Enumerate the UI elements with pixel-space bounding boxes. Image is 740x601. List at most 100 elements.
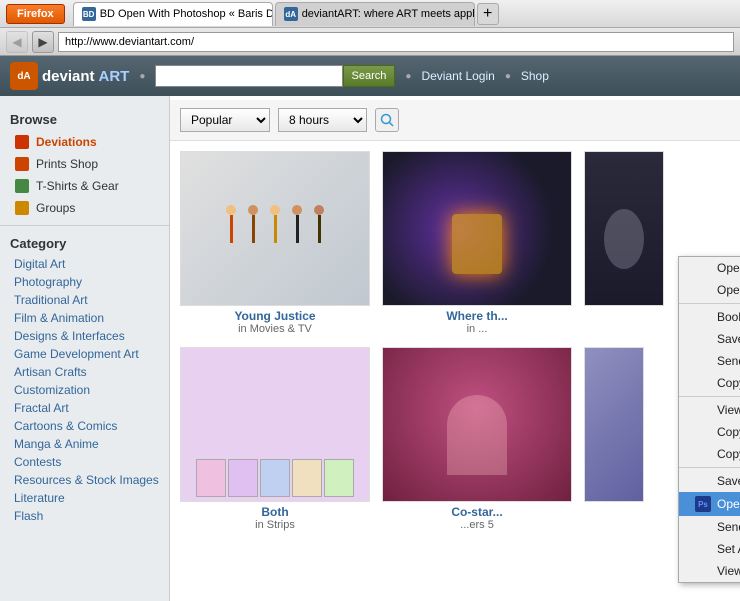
firefox-button[interactable]: Firefox [6,4,65,24]
sidebar-item-digital-art[interactable]: Digital Art [0,255,169,273]
thumb-both-img [180,347,370,502]
ctx-open-new-window-label: Open Link in New Window [717,283,740,297]
tab-1[interactable]: BD BD Open With Photoshop « Baris Derin … [73,2,273,26]
thumbs-grid: Young Justice in Movies & TV Where th...… [170,141,740,541]
ctx-copy-link-label: Copy Link Location [717,376,740,390]
thumb-right[interactable] [584,151,664,335]
thumb-where-title: Where th... [382,309,572,323]
site-header: dA deviantART ● Search ● Deviant Login ●… [0,56,170,96]
sidebar-item-prints[interactable]: Prints Shop [0,153,169,175]
thumb-both-sub: in Strips [180,519,370,531]
ctx-copy-image-label: Copy Image [717,425,740,439]
address-bar: ◀ ▶ [0,28,740,56]
ctx-copy-image[interactable]: Copy Image [679,421,740,443]
back-button[interactable]: ◀ [6,31,28,53]
sidebar-item-cartoons[interactable]: Cartoons & Comics [0,417,169,435]
content-toolbar: Popular 8 hours [170,100,740,141]
sidebar-content: Browse Deviations Prints Shop T-Shirts &… [0,108,169,525]
sidebar-item-manga[interactable]: Manga & Anime [0,435,169,453]
ctx-send-link[interactable]: Send Link... [679,350,740,372]
ctx-save-image-label: Save Image As... [717,474,740,488]
thumb-young-justice[interactable]: Young Justice in Movies & TV [180,151,370,335]
context-menu: Open Link in New Tab Open Link in New Wi… [678,256,740,583]
sidebar-item-resources[interactable]: Resources & Stock Images [0,471,169,489]
ctx-open-photoshop[interactable]: Ps Open With Photoshop [679,492,740,516]
ctx-send-image-label: Send Image... [717,520,740,534]
thumb-rest[interactable] [584,347,644,531]
category-label: Category [0,232,169,255]
sidebar-item-flash[interactable]: Flash [0,507,169,525]
search-bar-wrapper: Search [155,65,170,87]
ctx-save-image[interactable]: Save Image As... [679,470,740,492]
sidebar-tshirts-label: T-Shirts & Gear [36,179,119,193]
prints-icon [14,156,30,172]
ctx-open-new-window[interactable]: Open Link in New Window [679,279,740,301]
deviations-icon [14,134,30,150]
ctx-sep-3 [679,467,740,468]
ctx-copy-image-location[interactable]: Copy Image Location [679,443,740,465]
sidebar-item-contests[interactable]: Contests [0,453,169,471]
ctx-set-desktop[interactable]: Set As Desktop Background... [679,538,740,560]
ctx-set-desktop-label: Set As Desktop Background... [717,542,740,556]
browse-label: Browse [0,108,169,131]
header-dot-1: ● [139,71,145,82]
sidebar-item-customization[interactable]: Customization [0,381,169,399]
search-icon [380,113,394,127]
site-logo: dA deviantART [10,62,129,90]
ctx-open-new-tab[interactable]: Open Link in New Tab [679,257,740,279]
sidebar-prints-label: Prints Shop [36,157,98,171]
sidebar-item-designs[interactable]: Designs & Interfaces [0,327,169,345]
bd-icon: BD [82,7,96,21]
thumb-both[interactable]: Both in Strips [180,347,370,531]
thumb-where-img [382,151,572,306]
url-bar[interactable] [58,32,734,52]
thumb-both-title: Both [180,505,370,519]
ctx-copy-image-location-label: Copy Image Location [717,447,740,461]
new-tab-button[interactable]: + [477,3,499,25]
sidebar-item-game-dev[interactable]: Game Development Art [0,345,169,363]
sidebar-deviations-label: Deviations [36,135,97,149]
hours-select[interactable]: 8 hours [278,108,367,132]
sidebar-item-photography[interactable]: Photography [0,273,169,291]
thumb-where[interactable]: Where th... in ... [382,151,572,335]
sidebar-item-literature[interactable]: Literature [0,489,169,507]
page-wrapper: dA deviantART ● Search ● Deviant Login ●… [0,56,740,601]
sidebar-item-deviations[interactable]: Deviations [0,131,169,153]
thumb-where-sub: in ... [382,323,572,335]
sidebar-groups-label: Groups [36,201,75,215]
gallery-search-button[interactable] [375,108,399,132]
tab-2[interactable]: dA deviantART: where ART meets applic...… [275,2,475,26]
thumb-rest-img [584,347,644,502]
ctx-copy-link[interactable]: Copy Link Location [679,372,740,394]
tab-2-label: deviantART: where ART meets applic... [302,8,475,20]
ctx-sep-2 [679,396,740,397]
sidebar: dA deviantART ● Search ● Deviant Login ●… [0,56,170,601]
ctx-send-image[interactable]: Send Image... [679,516,740,538]
logo-deviant: deviant [42,68,95,85]
sidebar-item-groups[interactable]: Groups [0,197,169,219]
ctx-save-link[interactable]: Save Link As... [679,328,740,350]
ctx-save-link-label: Save Link As... [717,332,740,346]
thumb-right-img [584,151,664,306]
tab-1-label: BD Open With Photoshop « Baris Derin [100,8,273,20]
ctx-photoshop-icon: Ps [695,496,711,512]
forward-button[interactable]: ▶ [32,31,54,53]
search-input[interactable] [155,65,170,87]
thumb-costar[interactable]: Co-star... ...ers 5 [382,347,572,531]
ctx-view-image-label: View Image [717,403,740,417]
sidebar-item-film-animation[interactable]: Film & Animation [0,309,169,327]
popular-select[interactable]: Popular [180,108,270,132]
sidebar-item-artisan[interactable]: Artisan Crafts [0,363,169,381]
thumb-costar-sub: ...ers 5 [382,519,572,531]
thumb-young-justice-title: Young Justice [180,309,370,323]
browser-titlebar: Firefox BD BD Open With Photoshop « Bari… [0,0,740,28]
sidebar-item-traditional-art[interactable]: Traditional Art [0,291,169,309]
sidebar-item-fractal[interactable]: Fractal Art [0,399,169,417]
sidebar-item-tshirts[interactable]: T-Shirts & Gear [0,175,169,197]
ctx-sep-1 [679,303,740,304]
ctx-view-image-info[interactable]: View Image Info [679,560,740,582]
ctx-bookmark[interactable]: Bookmark This Link [679,306,740,328]
ctx-view-image[interactable]: View Image [679,399,740,421]
groups-icon [14,200,30,216]
tab-bar: BD BD Open With Photoshop « Baris Derin … [73,0,734,27]
